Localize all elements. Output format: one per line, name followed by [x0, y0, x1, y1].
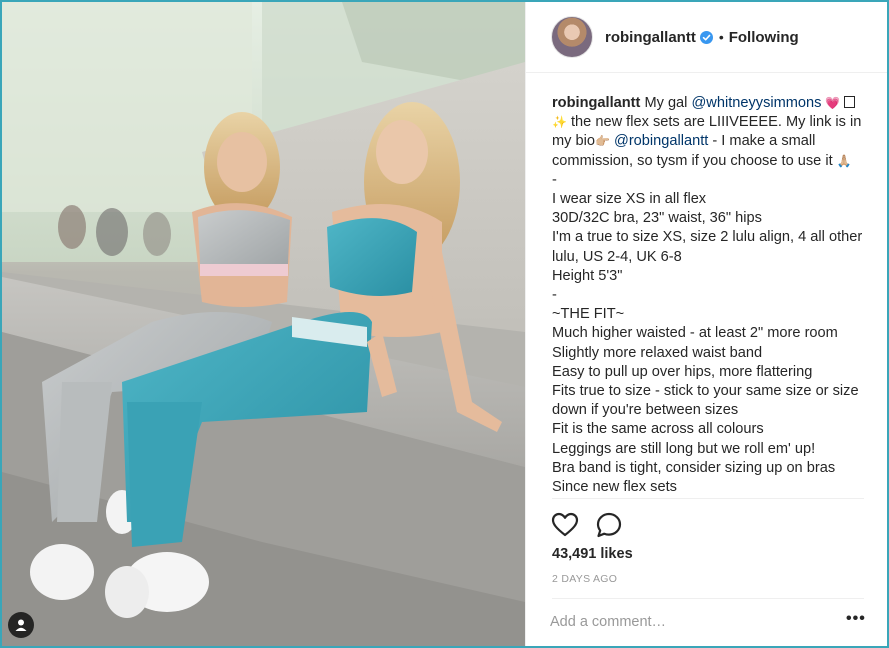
caption-body-line: 30D/32C bra, 23" waist, 36" hips: [552, 210, 762, 227]
post-timestamp[interactable]: 2 DAYS AGO: [552, 573, 617, 585]
following-button[interactable]: Following: [729, 29, 799, 46]
more-options-icon[interactable]: •••: [846, 610, 866, 628]
caption-body-line: I'm a true to size XS, size 2 lulu align…: [552, 229, 863, 265]
caption-body-line: Fits true to size - stick to your same s…: [552, 383, 859, 419]
caption-body-line: ~THE FIT~: [552, 306, 625, 323]
caption-body-line: Fit is the same across all colours: [552, 421, 764, 438]
post-caption: robingallantt My gal @whitneyysimmons 💗 …: [552, 94, 872, 498]
heart-icon[interactable]: [550, 510, 580, 540]
username-link[interactable]: robingallantt: [605, 29, 696, 46]
post-window: robingallantt • Following robingallantt …: [0, 0, 889, 648]
caption-body-line: I wear size XS in all flex: [552, 191, 707, 208]
caption-author-link[interactable]: robingallantt: [552, 95, 640, 111]
pray-emoji: 🙏🏼: [836, 153, 852, 168]
post-sidebar: robingallantt • Following robingallantt …: [526, 2, 887, 646]
sparkles-emoji: ✨: [552, 115, 567, 130]
separator-dot: •: [718, 29, 724, 45]
mention-link[interactable]: @robingallantt: [614, 133, 708, 149]
caption-body-line: Easy to pull up over hips, more flatteri…: [552, 363, 813, 380]
post-photo[interactable]: [2, 2, 525, 646]
mention-link[interactable]: @whitneyysimmons: [691, 95, 821, 111]
caption-body-line: Since new flex sets: [552, 479, 677, 496]
post-header: robingallantt • Following: [526, 2, 887, 73]
post-photo-illustration: [2, 2, 525, 646]
caption-body-line: Height 5'3": [552, 267, 623, 284]
verified-badge-icon: [699, 30, 713, 44]
caption-body-line: -: [552, 171, 557, 188]
heart-emoji: 💗: [821, 96, 841, 110]
caption-body-line: Much higher waisted - at least 2" more r…: [552, 325, 838, 342]
action-bar: [550, 510, 624, 540]
caption-intro: robingallantt My gal @whitneyysimmons 💗 …: [552, 94, 872, 171]
divider: [552, 498, 864, 499]
divider: [552, 598, 864, 599]
comment-input[interactable]: [550, 610, 830, 634]
pointing-emoji: 👉🏼: [594, 134, 610, 149]
likes-count[interactable]: 43,491 likes: [552, 546, 633, 562]
caption-line-0-0: My gal: [644, 95, 692, 111]
caption-body-line: Leggings are still long but we roll em' …: [552, 440, 816, 457]
caption-body-line: -: [552, 287, 557, 304]
missing-glyph-icon: [844, 96, 856, 108]
caption-body-line: Bra band is tight, consider sizing up on…: [552, 459, 836, 476]
avatar[interactable]: [551, 16, 593, 58]
person-icon: [15, 619, 27, 631]
comment-icon[interactable]: [594, 510, 624, 540]
user-tag-icon[interactable]: [8, 612, 34, 638]
caption-body-line: Slightly more relaxed waist band: [552, 344, 763, 361]
